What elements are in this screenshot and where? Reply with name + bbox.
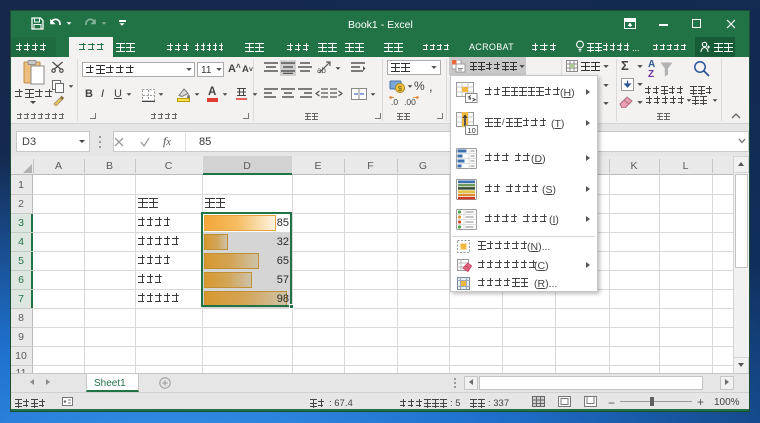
svg-text:10: 10 <box>468 126 476 135</box>
svg-text:.00: .00 <box>404 97 416 106</box>
svg-text:ab: ab <box>317 66 326 75</box>
svg-text:$: $ <box>398 86 402 93</box>
svg-text:.0: .0 <box>391 97 398 106</box>
